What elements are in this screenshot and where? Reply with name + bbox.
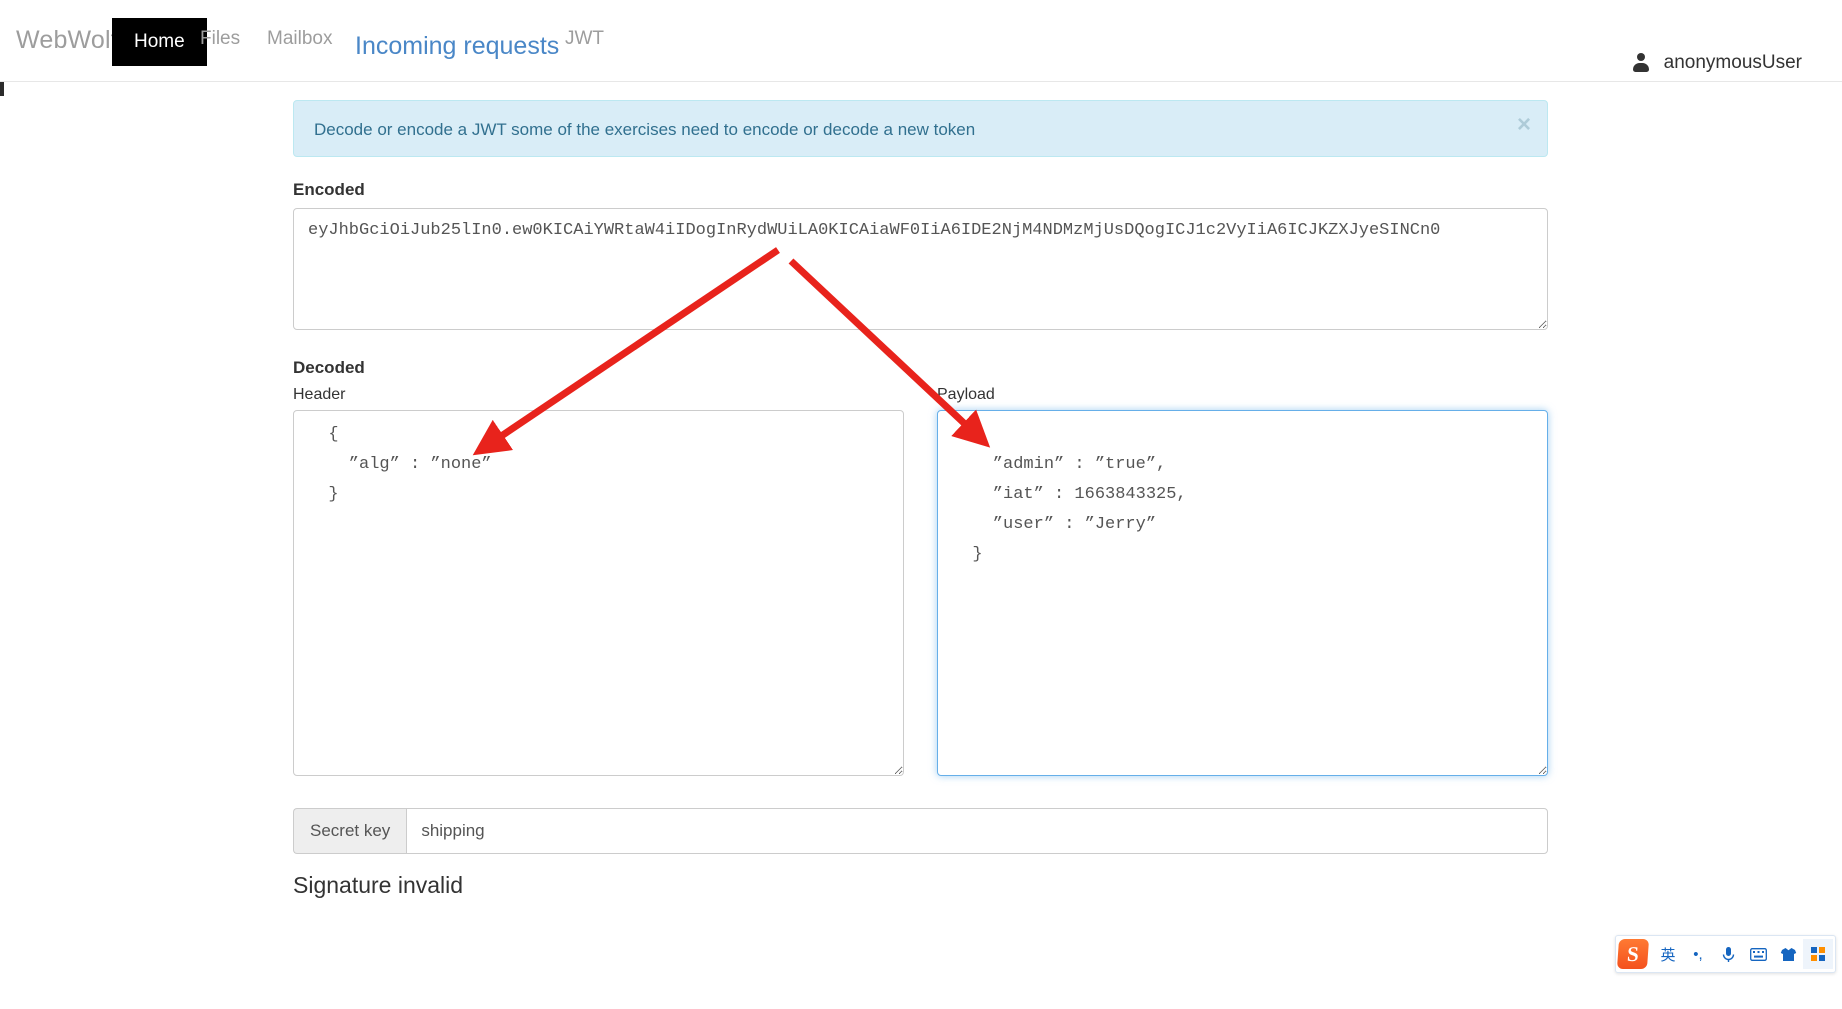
sogou-logo-icon[interactable]: S: [1616, 939, 1650, 969]
punctuation-icon[interactable]: •,: [1683, 939, 1713, 969]
jwt-payload-textarea[interactable]: [937, 410, 1548, 776]
main-container: Decode or encode a JWT some of the exerc…: [293, 100, 1548, 899]
alert-message: Decode or encode a JWT some of the exerc…: [314, 120, 976, 139]
payload-label: Payload: [937, 386, 995, 403]
signature-status: Signature invalid: [293, 872, 464, 898]
nav-item-jwt[interactable]: JWT: [565, 28, 604, 50]
skin-icon[interactable]: [1773, 939, 1803, 969]
info-alert: Decode or encode a JWT some of the exerc…: [293, 100, 1548, 157]
secret-key-input[interactable]: [406, 808, 1548, 854]
microphone-icon[interactable]: [1713, 939, 1743, 969]
encoded-label: Encoded: [293, 180, 365, 199]
decoded-row: Header Payload: [293, 386, 1548, 781]
user-menu[interactable]: anonymousUser: [1632, 52, 1802, 74]
decoded-label: Decoded: [293, 358, 365, 377]
navbar: WebWolf Home Files Mailbox Incoming requ…: [0, 0, 1842, 82]
keyboard-icon[interactable]: [1743, 939, 1773, 969]
nav-item-incoming-requests[interactable]: Incoming requests: [355, 32, 559, 61]
jwt-header-textarea[interactable]: [293, 410, 904, 776]
user-icon: [1632, 53, 1650, 73]
secret-key-addon-label: Secret key: [293, 808, 407, 854]
language-mode-icon[interactable]: 英: [1653, 939, 1683, 969]
secret-key-group: Secret key: [293, 808, 1548, 854]
header-label: Header: [293, 386, 346, 403]
user-name-label: anonymousUser: [1663, 52, 1802, 73]
header-column: Header: [293, 386, 904, 781]
nav-item-mailbox[interactable]: Mailbox: [267, 28, 332, 50]
nav-item-files[interactable]: Files: [200, 28, 240, 50]
ime-toolbar[interactable]: S 英 •,: [1615, 935, 1836, 973]
close-icon[interactable]: ×: [1517, 113, 1531, 137]
encoded-token-textarea[interactable]: [293, 208, 1548, 330]
nav-item-home[interactable]: Home: [112, 18, 207, 66]
brand-logo[interactable]: WebWolf: [16, 26, 118, 55]
payload-column: Payload: [937, 386, 1548, 781]
toolbox-grid-icon[interactable]: [1803, 939, 1833, 969]
